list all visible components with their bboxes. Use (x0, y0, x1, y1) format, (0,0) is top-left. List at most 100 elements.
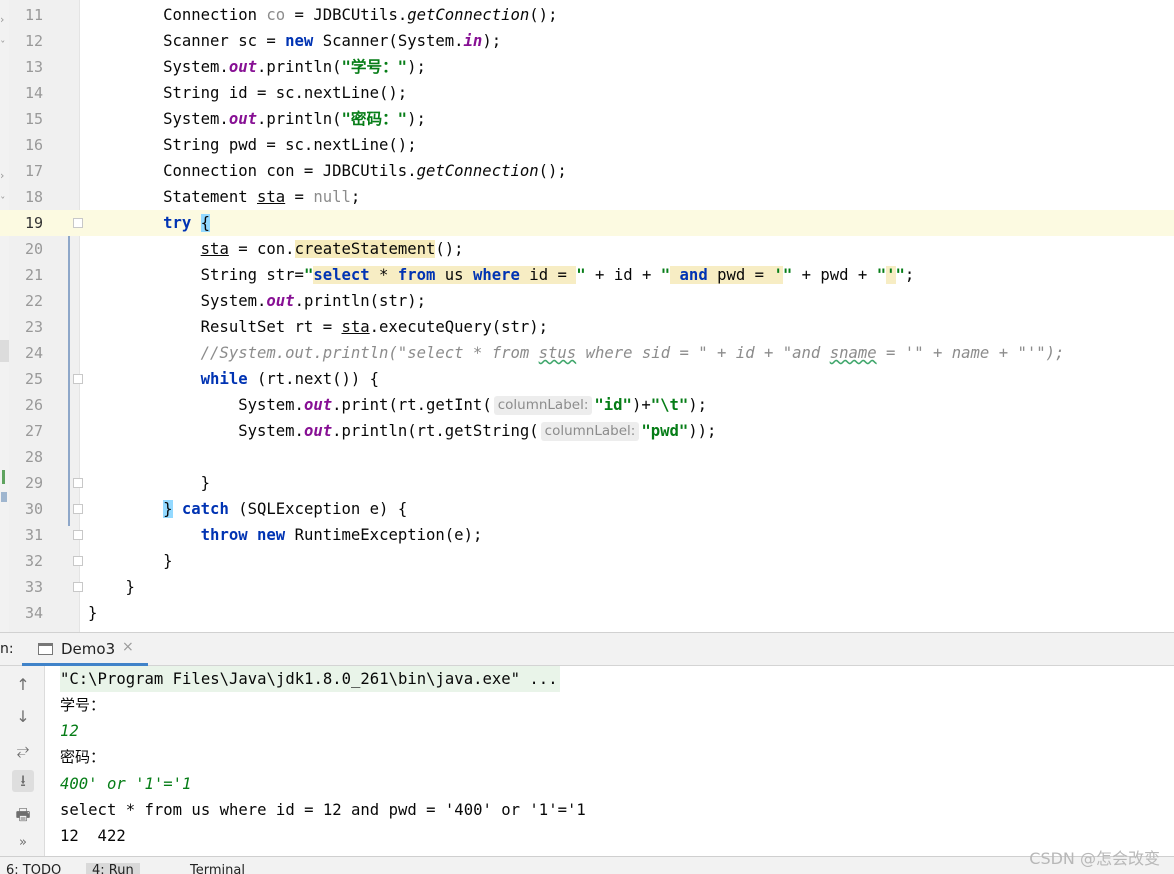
fold-marker-icon[interactable] (73, 218, 83, 228)
fold-marker-icon[interactable] (73, 504, 83, 514)
fold-marker-icon[interactable] (73, 530, 83, 540)
close-icon[interactable]: × (122, 639, 134, 655)
code-line[interactable]: 31 throw new RuntimeException(e); (0, 522, 1174, 548)
line-number: 19 (24, 214, 43, 232)
code-token: ' (886, 266, 896, 284)
code-line[interactable]: 33 } (0, 574, 1174, 600)
code-text[interactable]: System.out.println("学号："); (88, 54, 426, 80)
more-icon[interactable]: » (12, 832, 34, 854)
code-line[interactable]: 34} (0, 600, 1174, 626)
code-token: " (660, 266, 671, 284)
code-line[interactable]: 24 //System.out.println("select * from s… (0, 340, 1174, 366)
tab-demo3[interactable]: Demo3 × (22, 633, 148, 666)
line-number: 12 (24, 32, 43, 50)
code-text[interactable]: String id = sc.nextLine(); (88, 80, 407, 106)
line-number: 32 (24, 552, 43, 570)
watermark: CSDN @怎会改变 (1029, 849, 1160, 868)
code-text[interactable]: } (88, 600, 97, 626)
code-text[interactable]: Scanner sc = new Scanner(System.in); (88, 28, 501, 54)
code-text[interactable]: System.out.println(str); (88, 288, 426, 314)
code-token: createStatement (294, 240, 436, 258)
code-text[interactable]: throw new RuntimeException(e); (88, 522, 483, 548)
fold-marker-icon[interactable] (73, 556, 83, 566)
code-line[interactable]: 27 System.out.println(rt.getString(colum… (0, 418, 1174, 444)
tab-terminal[interactable]: Terminal (190, 863, 245, 874)
code-text[interactable]: System.out.println(rt.getString(columnLa… (88, 418, 716, 444)
code-line[interactable]: 29 } (0, 470, 1174, 496)
code-text[interactable]: ResultSet rt = sta.executeQuery(str); (88, 314, 548, 340)
code-text[interactable]: } (88, 574, 135, 600)
code-line[interactable]: 23 ResultSet rt = sta.executeQuery(str); (0, 314, 1174, 340)
code-text[interactable]: } (88, 548, 172, 574)
code-line[interactable]: 16 String pwd = sc.nextLine(); (0, 132, 1174, 158)
code-line[interactable]: 22 System.out.println(str); (0, 288, 1174, 314)
code-token: sta (341, 318, 370, 336)
code-line[interactable]: 14 String id = sc.nextLine(); (0, 80, 1174, 106)
code-token (670, 266, 680, 284)
code-text[interactable]: Connection con = JDBCUtils.getConnection… (88, 158, 567, 184)
tab-run[interactable]: 4: Run (86, 863, 140, 874)
scroll-to-end-icon[interactable]: ⭳ (12, 770, 34, 792)
code-line[interactable]: 19 try { (0, 210, 1174, 236)
code-token: ); (482, 32, 502, 50)
code-text[interactable]: try { (88, 210, 211, 236)
code-line[interactable]: 20 sta = con.createStatement(); (0, 236, 1174, 262)
print-icon[interactable]: 🖶 (12, 804, 34, 826)
code-token: out (228, 58, 257, 76)
fold-marker-icon[interactable] (73, 374, 83, 384)
code-token: in (463, 32, 483, 50)
code-text[interactable]: Statement sta = null; (88, 184, 360, 210)
code-line[interactable]: 21 String str="select * from us where id… (0, 262, 1174, 288)
code-text[interactable]: while (rt.next()) { (88, 366, 379, 392)
code-token: null (313, 188, 351, 206)
console-line: 12 422 (60, 827, 126, 845)
fold-marker-icon[interactable] (73, 582, 83, 592)
console-line: 学号： (60, 696, 106, 714)
code-token: System. (88, 58, 229, 76)
code-token: ; (904, 266, 915, 284)
code-text[interactable]: } catch (SQLException e) { (88, 496, 407, 522)
down-arrow-icon[interactable]: ↓ (12, 706, 34, 728)
console-output[interactable]: "C:\Program Files\Java\jdk1.8.0_261\bin\… (45, 666, 1174, 856)
code-line[interactable]: 32 } (0, 548, 1174, 574)
code-token: { (200, 214, 211, 232)
code-text[interactable]: Connection co = JDBCUtils.getConnection(… (88, 2, 557, 28)
code-text[interactable]: String pwd = sc.nextLine(); (88, 132, 417, 158)
code-line[interactable]: 30 } catch (SQLException e) { (0, 496, 1174, 522)
code-line[interactable]: 26 System.out.print(rt.getInt(columnLabe… (0, 392, 1174, 418)
code-text[interactable]: String str="select * from us where id = … (88, 262, 914, 288)
code-token: = '" + name + "'"); (876, 344, 1065, 362)
code-line[interactable]: 15 System.out.println("密码："); (0, 106, 1174, 132)
code-line[interactable]: 18 Statement sta = null; (0, 184, 1174, 210)
code-line[interactable]: 17 Connection con = JDBCUtils.getConnect… (0, 158, 1174, 184)
tab-todo[interactable]: 6: TODO (6, 863, 61, 874)
tab-label: Demo3 (61, 640, 116, 658)
line-number: 20 (24, 240, 43, 258)
code-line[interactable]: 13 System.out.println("学号："); (0, 54, 1174, 80)
code-token: ); (688, 396, 708, 414)
code-line[interactable]: 12 Scanner sc = new Scanner(System.in); (0, 28, 1174, 54)
line-number: 25 (24, 370, 43, 388)
run-window-label: n: (0, 641, 14, 657)
code-line[interactable]: 11 Connection co = JDBCUtils.getConnecti… (0, 2, 1174, 28)
code-text[interactable]: //System.out.println("select * from stus… (88, 340, 1065, 366)
code-line[interactable]: 28 (0, 444, 1174, 470)
code-text[interactable]: System.out.println("密码："); (88, 106, 426, 132)
code-text[interactable]: System.out.print(rt.getInt(columnLabel: "… (88, 392, 707, 418)
up-arrow-icon[interactable]: ↑ (12, 674, 34, 696)
code-token: " (303, 266, 314, 284)
code-text[interactable]: } (88, 470, 210, 496)
fold-marker-icon[interactable] (73, 478, 83, 488)
code-line[interactable]: 25 while (rt.next()) { (0, 366, 1174, 392)
code-token: System. (88, 422, 304, 440)
console-command-line[interactable]: "C:\Program Files\Java\jdk1.8.0_261\bin\… (60, 666, 560, 692)
code-text[interactable]: sta = con.createStatement(); (88, 236, 464, 262)
code-editor[interactable]: › ˇ › ˇ 11 Connection co = JDBCUtils.get… (0, 0, 1174, 632)
code-token: .println(str); (294, 292, 426, 310)
soft-wrap-icon[interactable]: ⥂ (12, 739, 34, 761)
code-token: catch (181, 500, 229, 518)
code-token: (); (529, 6, 558, 24)
